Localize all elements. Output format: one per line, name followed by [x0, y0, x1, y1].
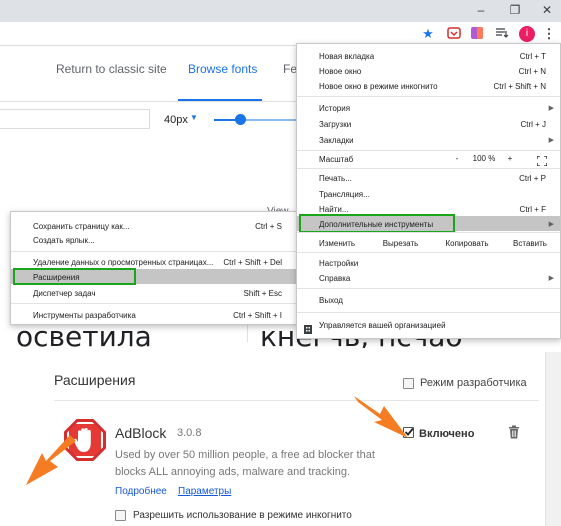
shortcut-task-manager: Shift + Esc: [243, 289, 282, 298]
menu-new-tab[interactable]: Новая вкладка: [319, 52, 374, 61]
extension-enabled-label: Включено: [419, 428, 475, 440]
menu-separator: [297, 288, 560, 289]
maximize-button[interactable]: ❐: [500, 0, 530, 22]
profile-avatar[interactable]: i: [519, 26, 535, 42]
zoom-in-button[interactable]: +: [500, 154, 520, 163]
organization-building-icon: [303, 321, 313, 339]
shortcut-find: Ctrl + F: [519, 205, 546, 214]
menu-edit-label: Изменить: [319, 239, 356, 248]
extension-version: 3.0.8: [177, 427, 202, 439]
menu-cast[interactable]: Трансляция...: [319, 190, 370, 199]
menu-separator: [297, 252, 560, 253]
menu-managed-by-org[interactable]: Управляется вашей организацией: [319, 321, 446, 330]
menu-save-page-as[interactable]: Сохранить страницу как...: [33, 222, 130, 231]
menu-exit[interactable]: Выход: [319, 296, 343, 305]
menu-downloads[interactable]: Загрузки: [319, 120, 351, 129]
nav-divider: [0, 101, 300, 102]
cut-button[interactable]: Вырезать: [372, 239, 429, 248]
shortcut-incognito: Ctrl + Shift + N: [493, 82, 546, 91]
menu-separator: [11, 251, 296, 252]
menu-help[interactable]: Справка: [319, 274, 350, 283]
extensions-highlight-box: [13, 268, 136, 285]
font-search-input[interactable]: [0, 109, 150, 129]
extension-description: Used by over 50 million people, a free a…: [115, 449, 375, 478]
menu-separator: [297, 312, 560, 313]
menu-zoom-label: Масштаб: [319, 155, 354, 164]
more-tools-submenu: Сохранить страницу как... Ctrl + S Созда…: [10, 211, 297, 325]
menu-settings[interactable]: Настройки: [319, 259, 358, 268]
submenu-arrow-icon: ▶: [548, 105, 554, 112]
nav-browse-fonts[interactable]: Browse fonts: [188, 62, 257, 76]
page-scrollbar[interactable]: [545, 352, 561, 526]
menu-find[interactable]: Найти...: [319, 205, 349, 214]
shortcut-new-tab: Ctrl + T: [519, 52, 546, 61]
submenu-arrow-icon: ▶: [548, 275, 554, 282]
menu-incognito-window[interactable]: Новое окно в режиме инкогнито: [319, 82, 438, 91]
menu-separator: [297, 232, 560, 233]
close-window-button[interactable]: ✕: [532, 0, 561, 22]
incognito-label: Разрешить использование в режиме инкогни…: [133, 510, 352, 521]
shortcut-downloads: Ctrl + J: [520, 120, 546, 129]
extension-name: AdBlock: [115, 425, 167, 441]
shortcut-save-page: Ctrl + S: [255, 222, 282, 231]
reading-list-icon[interactable]: [494, 26, 510, 42]
menu-bookmarks[interactable]: Закладки: [319, 136, 354, 145]
chrome-menu-icon[interactable]: ⋮: [541, 26, 557, 42]
shortcut-clear-data: Ctrl + Shift + Del: [223, 258, 282, 267]
menu-separator: [11, 303, 296, 304]
chrome-main-menu: Новая вкладка Ctrl + T Новое окно Ctrl +…: [296, 43, 561, 339]
menu-separator: [297, 168, 560, 169]
extensions-title: Расширения: [54, 372, 136, 388]
submenu-arrow-icon: ▶: [548, 137, 554, 144]
menu-create-shortcut[interactable]: Создать ярлык...: [33, 236, 95, 245]
annotation-arrow-icon: [20, 435, 78, 492]
dev-mode-label: Режим разработчика: [420, 377, 527, 389]
extension-pocket-icon[interactable]: [446, 26, 462, 42]
extension-gradient-icon[interactable]: [469, 26, 485, 42]
incognito-checkbox[interactable]: [115, 510, 126, 521]
menu-print[interactable]: Печать...: [319, 174, 352, 183]
font-size-slider-handle[interactable]: [235, 114, 246, 125]
shortcut-new-window: Ctrl + N: [518, 67, 546, 76]
dev-mode-checkbox[interactable]: [403, 378, 414, 389]
extensions-header-divider: [54, 400, 539, 401]
shortcut-dev-tools: Ctrl + Shift + I: [233, 311, 282, 320]
nav-return-classic[interactable]: Return to classic site: [56, 62, 167, 76]
menu-clear-browsing-data[interactable]: Удаление данных о просмотренных страница…: [33, 258, 213, 267]
paste-button[interactable]: Вставить: [504, 239, 556, 248]
menu-task-manager[interactable]: Диспетчер задач: [33, 289, 96, 298]
shortcut-print: Ctrl + P: [519, 174, 546, 183]
zoom-out-button[interactable]: -: [447, 154, 467, 163]
more-tools-highlight-box: [299, 214, 455, 233]
copy-button[interactable]: Копировать: [432, 239, 502, 248]
minimize-button[interactable]: –: [466, 0, 496, 22]
trash-icon[interactable]: [508, 425, 520, 444]
extension-details-link[interactable]: Подробнее: [115, 486, 167, 497]
bookmark-star-icon[interactable]: ★: [420, 26, 436, 42]
nav-partial-tab[interactable]: Fe: [283, 62, 297, 76]
submenu-arrow-icon: ▶: [548, 221, 554, 228]
menu-separator: [297, 96, 560, 97]
menu-new-window[interactable]: Новое окно: [319, 67, 361, 76]
font-size-value[interactable]: 40px: [164, 114, 188, 126]
menu-separator: [297, 150, 560, 151]
annotation-arrow-icon: [352, 392, 410, 447]
extension-options-link[interactable]: Параметры: [178, 486, 231, 497]
font-size-caret-icon[interactable]: ▼: [190, 113, 198, 122]
menu-developer-tools[interactable]: Инструменты разработчика: [33, 311, 136, 320]
zoom-level-value: 100 %: [472, 154, 496, 163]
menu-history[interactable]: История: [319, 104, 350, 113]
